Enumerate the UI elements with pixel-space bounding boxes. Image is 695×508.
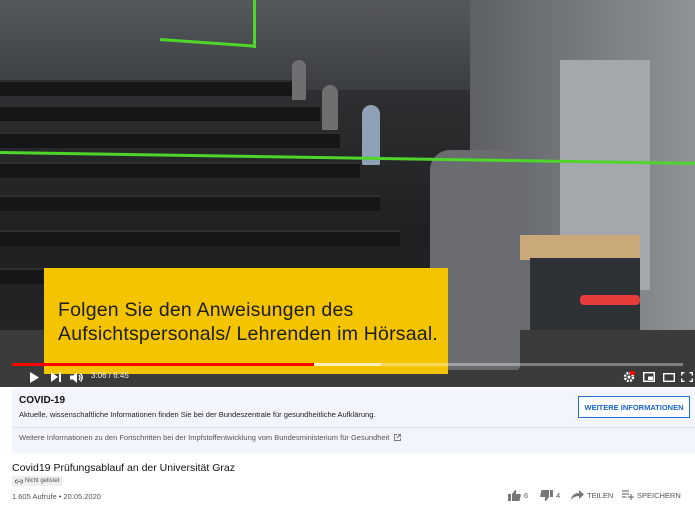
divider bbox=[12, 427, 695, 428]
next-icon bbox=[51, 372, 61, 382]
covid-info-panel: COVID-19 Aktuelle, wissenschaftliche Inf… bbox=[12, 389, 695, 453]
video-title: Covid19 Prüfungsablauf an der Universitä… bbox=[12, 462, 235, 474]
unlisted-badge-text: Nicht gelistet bbox=[25, 478, 60, 484]
save-button[interactable]: SPEICHERN bbox=[622, 490, 681, 500]
theater-button[interactable] bbox=[661, 367, 677, 387]
lectern-desk bbox=[520, 235, 640, 260]
thumbs-up-icon bbox=[508, 490, 521, 501]
info-panel-title: COVID-19 bbox=[19, 395, 66, 406]
subtitle-line-1: Folgen Sie den Anweisungen des bbox=[58, 299, 354, 321]
person bbox=[292, 60, 306, 100]
link-icon bbox=[15, 479, 23, 483]
time-display: 3:06 / 6:45 bbox=[91, 371, 129, 380]
fullscreen-button[interactable] bbox=[680, 367, 694, 387]
seat-row bbox=[0, 105, 320, 121]
theater-icon bbox=[663, 372, 675, 382]
info-panel-description: Aktuelle, wissenschaftliche Informatione… bbox=[19, 410, 376, 419]
red-chair bbox=[580, 295, 640, 305]
vaccine-info-link-text: Weitere Informationen zu den Fortschritt… bbox=[19, 433, 390, 442]
save-label: SPEICHERN bbox=[637, 490, 681, 500]
like-button[interactable]: 6 bbox=[508, 490, 528, 501]
seat-row bbox=[0, 162, 360, 178]
like-count: 6 bbox=[524, 491, 529, 500]
progress-played bbox=[12, 363, 314, 366]
video-meta: 1.605 Aufrufe • 20.05.2020 bbox=[12, 492, 101, 501]
seat-row bbox=[0, 195, 380, 211]
miniplayer-icon bbox=[643, 372, 655, 382]
player-controls: 3:06 / 6:45 bbox=[0, 367, 695, 387]
play-icon bbox=[30, 371, 39, 383]
share-label: TEILEN bbox=[587, 490, 614, 500]
next-button[interactable] bbox=[48, 367, 64, 387]
settings-button[interactable] bbox=[621, 367, 637, 387]
thumbs-down-icon bbox=[540, 490, 553, 501]
progress-bar[interactable] bbox=[12, 363, 683, 366]
miniplayer-button[interactable] bbox=[641, 367, 657, 387]
dislike-button[interactable]: 4 bbox=[540, 490, 560, 501]
external-link-icon bbox=[394, 434, 402, 441]
playlist-add-icon bbox=[622, 490, 634, 500]
play-button[interactable] bbox=[26, 367, 42, 387]
seat-row bbox=[0, 230, 400, 246]
volume-icon bbox=[70, 371, 83, 383]
more-info-button[interactable]: WEITERE INFORMATIONEN bbox=[578, 396, 690, 418]
video-player[interactable]: Folgen Sie den Anweisungen des Aufsichts… bbox=[0, 0, 695, 387]
volume-button[interactable] bbox=[68, 367, 86, 387]
vaccine-info-link[interactable]: Weitere Informationen zu den Fortschritt… bbox=[19, 433, 402, 442]
share-icon bbox=[571, 490, 584, 500]
annotation-line bbox=[253, 0, 256, 48]
fullscreen-icon bbox=[681, 372, 693, 382]
settings-icon bbox=[623, 371, 635, 383]
subtitle-line-2: Aufsichtspersonals/ Lehrenden im Hörsaal… bbox=[58, 323, 438, 345]
dislike-count: 4 bbox=[556, 491, 561, 500]
subtitle-banner: Folgen Sie den Anweisungen des Aufsichts… bbox=[44, 268, 448, 374]
share-button[interactable]: TEILEN bbox=[571, 490, 613, 500]
seat-row bbox=[0, 80, 300, 96]
person bbox=[322, 85, 338, 130]
unlisted-badge: Nicht gelistet bbox=[12, 476, 63, 486]
seat-row bbox=[0, 132, 340, 148]
